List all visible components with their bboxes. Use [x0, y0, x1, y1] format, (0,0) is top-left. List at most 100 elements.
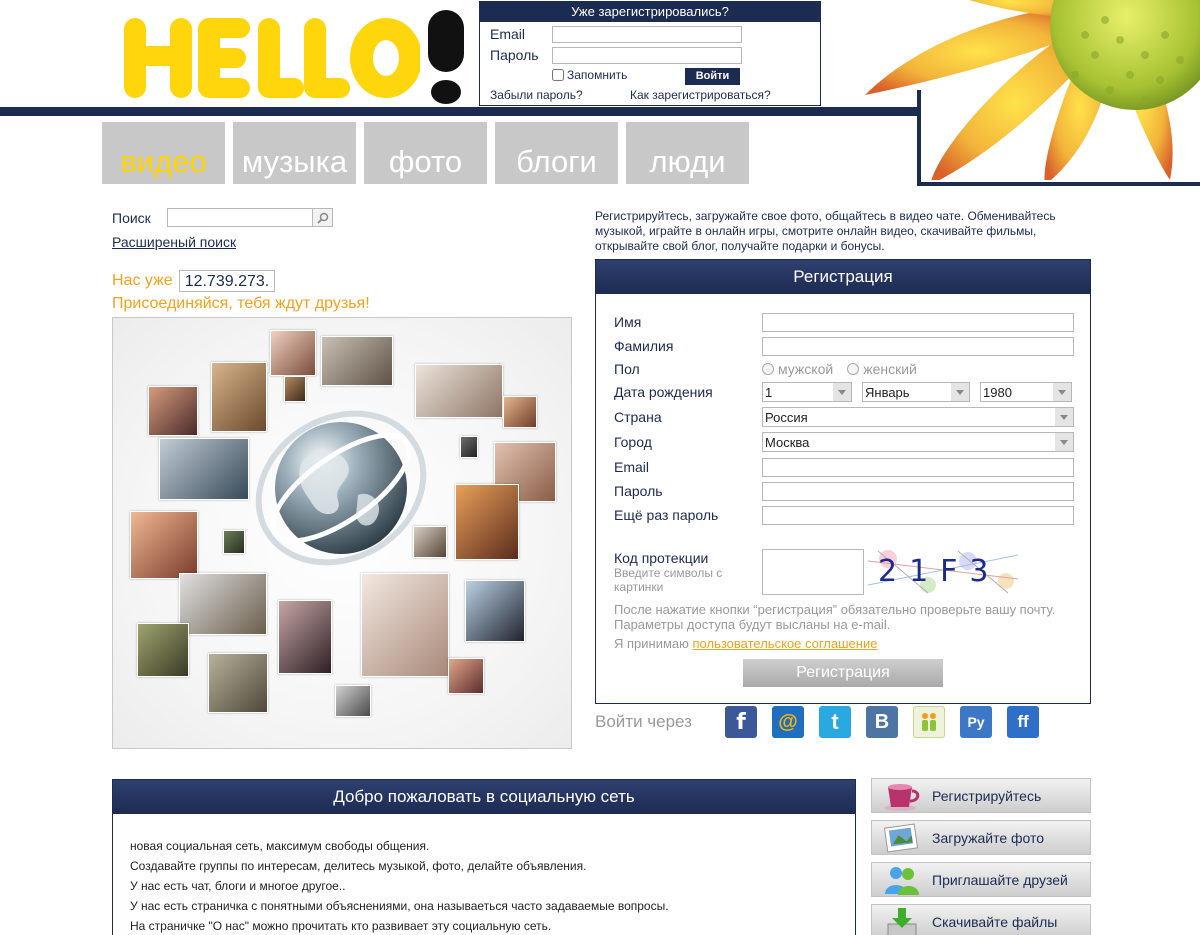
gender-female-label: женский [863, 361, 917, 377]
chevron-down-icon [833, 383, 851, 401]
member-photo[interactable] [208, 653, 268, 713]
login-button[interactable]: Войти [685, 68, 740, 85]
how-to-register-link[interactable]: Как зарегистрироваться? [630, 88, 771, 102]
register-button[interactable]: Регистрация [743, 659, 943, 687]
search-row: Поиск [112, 208, 333, 227]
side-button-label: Скачивайте файлы [932, 913, 1058, 930]
twitter-icon[interactable]: t [819, 706, 851, 738]
friendfeed-icon[interactable]: ff [1007, 706, 1039, 738]
invite-friends-side-button[interactable]: Приглашайте друзей [871, 862, 1091, 897]
member-photo[interactable] [448, 658, 484, 694]
social-login-label: Войти через [595, 712, 692, 731]
captcha-image: 21F3 [868, 549, 1018, 595]
birth-day-select[interactable]: 1 [762, 382, 852, 402]
forgot-password-link[interactable]: Забыли пароль? [490, 88, 583, 102]
member-photo[interactable] [211, 362, 267, 432]
download-files-side-button[interactable]: Скачивайте файлы [871, 904, 1091, 935]
list-item: У нас есть страничка с понятными объясне… [130, 899, 669, 913]
registration-note: После нажатие кнопки “регистрация” обяза… [614, 602, 1056, 632]
cup-icon [872, 778, 932, 813]
captcha-input[interactable] [762, 549, 864, 595]
member-photo[interactable] [159, 438, 249, 500]
nav-tab-music[interactable]: музыка [233, 122, 356, 184]
vkontakte-icon[interactable]: B [866, 706, 898, 738]
member-photo[interactable] [460, 436, 478, 458]
member-photo[interactable] [137, 623, 189, 677]
login-email-input[interactable] [552, 26, 742, 43]
radio-circle [847, 363, 860, 375]
chevron-down-icon [951, 383, 969, 401]
hello-logo[interactable] [120, 6, 464, 104]
main-nav: видео музыка фото блоги люди [102, 122, 749, 184]
odnoklassniki-icon[interactable] [913, 706, 945, 738]
list-item: На страничке "О нас" можно прочитать кто… [130, 919, 552, 933]
friendfeed-glyph: ff [1017, 712, 1029, 731]
register-side-button[interactable]: Регистрируйтесь [871, 778, 1091, 813]
member-photo[interactable] [361, 573, 449, 677]
registration-title: Регистрация [596, 260, 1090, 296]
remember-me[interactable]: Запомнить [552, 68, 627, 82]
hello-logo-letters [124, 18, 420, 98]
birth-year-value: 1980 [983, 384, 1012, 400]
member-photo[interactable] [148, 386, 198, 436]
login-password-input[interactable] [552, 47, 742, 64]
country-select[interactable]: Россия [762, 407, 1074, 427]
list-item: Создавайте группы по интересам, делитесь… [130, 859, 587, 873]
member-photo[interactable] [270, 330, 316, 376]
member-photo[interactable] [284, 376, 306, 402]
remember-checkbox[interactable] [552, 69, 564, 81]
mail-ru-icon[interactable]: @ [772, 706, 804, 738]
user-agreement-link[interactable]: пользовательское соглашение [693, 636, 878, 651]
advanced-search-link[interactable]: Расширеный поиск [112, 234, 236, 250]
member-photo[interactable] [335, 685, 371, 717]
download-icon [872, 904, 932, 935]
email-input[interactable] [762, 457, 1074, 477]
password-repeat-label: Ещё раз пароль [614, 507, 719, 523]
member-photo[interactable] [465, 580, 525, 642]
password-repeat-input[interactable] [762, 505, 1074, 525]
country-value: Россия [765, 409, 808, 425]
nav-tab-video[interactable]: видео [102, 122, 225, 184]
member-count: Нас уже 12.739.273. [112, 270, 276, 292]
upload-photo-side-button[interactable]: Загружайте фото [871, 820, 1091, 855]
member-photo[interactable] [415, 364, 503, 418]
nav-tab-blogs[interactable]: блоги [495, 122, 618, 184]
gender-female-radio[interactable]: женский [847, 361, 917, 377]
gender-male-radio[interactable]: мужской [762, 361, 833, 377]
rambler-icon[interactable]: Ру [960, 706, 992, 738]
exclamation-icon [428, 10, 464, 104]
password-label: Пароль [614, 483, 663, 499]
member-photo[interactable] [179, 573, 267, 635]
agreement-prefix: Я принимаю [614, 636, 689, 651]
people-glyph [922, 713, 936, 731]
facebook-icon[interactable]: f [725, 706, 757, 738]
flower-image [845, 0, 1200, 180]
member-photo[interactable] [455, 484, 519, 560]
name-label: Имя [614, 314, 642, 330]
search-input[interactable] [167, 208, 313, 227]
social-login: Войти через f @ t B Ру ff [595, 706, 1054, 738]
search-button[interactable] [313, 208, 333, 227]
captcha-label: Код протекции [614, 550, 709, 566]
users-icon [872, 862, 932, 897]
header: Уже зарегистрировались? Email Пароль Зап… [0, 0, 1200, 190]
city-select[interactable]: Москва [762, 432, 1074, 452]
birth-year-select[interactable]: 1980 [980, 382, 1072, 402]
rambler-glyph: Ру [967, 714, 985, 730]
member-photo[interactable] [278, 600, 332, 674]
member-photo[interactable] [503, 396, 537, 428]
member-photo[interactable] [130, 511, 198, 579]
welcome-panel: Добро пожаловать в социальную сеть новая… [112, 779, 856, 935]
captcha-hint: Введите символы с картинки [614, 566, 723, 594]
member-photo[interactable] [223, 530, 245, 554]
birth-month-select[interactable]: Январь [862, 382, 970, 402]
member-photo[interactable] [321, 336, 393, 386]
member-photo[interactable] [413, 526, 447, 558]
surname-input[interactable] [762, 336, 1074, 356]
password-input[interactable] [762, 481, 1074, 501]
chevron-down-icon [1055, 433, 1073, 451]
name-input[interactable] [762, 312, 1074, 332]
nav-tab-people[interactable]: люди [626, 122, 749, 184]
nav-tab-photo[interactable]: фото [364, 122, 487, 184]
login-title: Уже зарегистрировались? [480, 2, 820, 22]
